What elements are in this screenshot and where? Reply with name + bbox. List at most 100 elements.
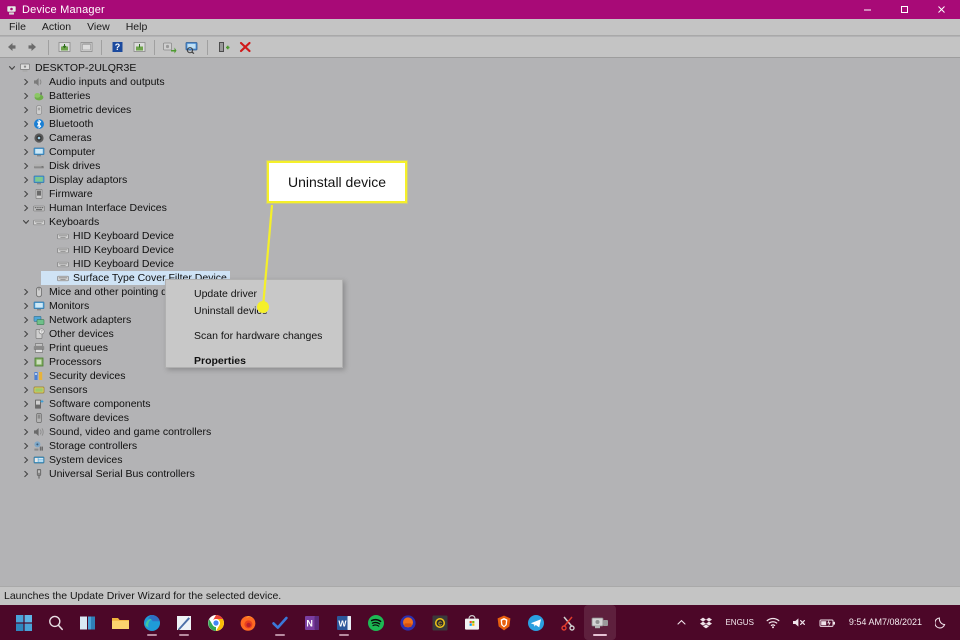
menu-help[interactable]: Help bbox=[119, 19, 155, 36]
tree-item-batteries[interactable]: Batteries bbox=[0, 89, 960, 103]
chevron-right-icon[interactable] bbox=[20, 159, 31, 173]
clock[interactable]: 9:54 AM 7/08/2021 bbox=[842, 617, 929, 628]
tree-item-surface-type-cover-filter-device[interactable]: Surface Type Cover Filter Device bbox=[0, 271, 960, 285]
maximize-button[interactable] bbox=[886, 0, 923, 19]
tree-item-display-adaptors[interactable]: Display adaptors bbox=[0, 173, 960, 187]
snipping-tool-button[interactable] bbox=[552, 605, 584, 640]
tree-item-sound-video-and-game-controllers[interactable]: Sound, video and game controllers bbox=[0, 425, 960, 439]
chevron-down-icon[interactable] bbox=[6, 61, 17, 75]
context-menu-item-scan-for-hardware-changes[interactable]: Scan for hardware changes bbox=[166, 328, 342, 345]
chevron-right-icon[interactable] bbox=[20, 439, 31, 453]
spotify-button[interactable] bbox=[360, 605, 392, 640]
onenote-button[interactable]: N bbox=[296, 605, 328, 640]
chevron-right-icon[interactable] bbox=[20, 341, 31, 355]
tree-item-hid-keyboard-device[interactable]: HID Keyboard Device bbox=[0, 243, 960, 257]
menu-file[interactable]: File bbox=[2, 19, 33, 36]
device-manager-taskbar-button[interactable] bbox=[584, 605, 616, 640]
chevron-right-icon[interactable] bbox=[20, 173, 31, 187]
chevron-right-icon[interactable] bbox=[20, 187, 31, 201]
tree-item-print-queues[interactable]: Print queues bbox=[0, 341, 960, 355]
todo-button[interactable] bbox=[264, 605, 296, 640]
close-button[interactable] bbox=[923, 0, 960, 19]
onenote-quick-note-button[interactable] bbox=[168, 605, 200, 640]
tree-item-keyboards[interactable]: Keyboards bbox=[0, 215, 960, 229]
chevron-right-icon[interactable] bbox=[20, 313, 31, 327]
back-icon[interactable] bbox=[1, 38, 21, 56]
tree-item-audio-inputs-and-outputs[interactable]: Audio inputs and outputs bbox=[0, 75, 960, 89]
device-tree[interactable]: DESKTOP-2ULQR3E Audio inputs and outputs… bbox=[0, 58, 960, 586]
tree-item-sensors[interactable]: Sensors bbox=[0, 383, 960, 397]
tree-item-security-devices[interactable]: Security devices bbox=[0, 369, 960, 383]
chevron-right-icon[interactable] bbox=[20, 285, 31, 299]
chevron-right-icon[interactable] bbox=[20, 411, 31, 425]
menu-view[interactable]: View bbox=[80, 19, 117, 36]
tree-root-item[interactable]: DESKTOP-2ULQR3E bbox=[0, 61, 960, 75]
chevron-right-icon[interactable] bbox=[20, 131, 31, 145]
forward-icon[interactable] bbox=[23, 38, 43, 56]
tree-item-biometric-devices[interactable]: Biometric devices bbox=[0, 103, 960, 117]
volume-muted-icon[interactable] bbox=[786, 605, 813, 640]
device-properties-icon[interactable] bbox=[129, 38, 149, 56]
firefox-button[interactable] bbox=[232, 605, 264, 640]
dropbox-icon[interactable] bbox=[693, 605, 719, 640]
tree-item-monitors[interactable]: Monitors bbox=[0, 299, 960, 313]
tree-item-universal-serial-bus-controllers[interactable]: Universal Serial Bus controllers bbox=[0, 467, 960, 481]
tree-item-system-devices[interactable]: System devices bbox=[0, 453, 960, 467]
chevron-right-icon[interactable] bbox=[20, 75, 31, 89]
crypto-app-button[interactable]: C bbox=[424, 605, 456, 640]
update-driver-icon[interactable] bbox=[160, 38, 180, 56]
task-view-button[interactable] bbox=[72, 605, 104, 640]
word-button[interactable]: W bbox=[328, 605, 360, 640]
chrome-button[interactable] bbox=[200, 605, 232, 640]
tree-item-other-devices[interactable]: ?Other devices bbox=[0, 327, 960, 341]
store-button[interactable] bbox=[456, 605, 488, 640]
app-button[interactable] bbox=[392, 605, 424, 640]
file-explorer-button[interactable] bbox=[104, 605, 136, 640]
chevron-right-icon[interactable] bbox=[20, 327, 31, 341]
uninstall-device-icon[interactable] bbox=[235, 38, 255, 56]
chevron-down-icon[interactable] bbox=[20, 215, 31, 229]
add-legacy-hardware-icon[interactable] bbox=[213, 38, 233, 56]
chevron-right-icon[interactable] bbox=[20, 397, 31, 411]
tree-item-cameras[interactable]: Cameras bbox=[0, 131, 960, 145]
tree-item-disk-drives[interactable]: Disk drives bbox=[0, 159, 960, 173]
show-hidden-devices-icon[interactable] bbox=[54, 38, 74, 56]
edge-button[interactable] bbox=[136, 605, 168, 640]
context-menu-item-uninstall-device[interactable]: Uninstall device bbox=[166, 303, 342, 320]
tree-item-human-interface-devices[interactable]: Human Interface Devices bbox=[0, 201, 960, 215]
chevron-right-icon[interactable] bbox=[20, 299, 31, 313]
tree-item-hid-keyboard-device[interactable]: HID Keyboard Device bbox=[0, 229, 960, 243]
chevron-right-icon[interactable] bbox=[20, 383, 31, 397]
chevron-right-icon[interactable] bbox=[20, 145, 31, 159]
chevron-right-icon[interactable] bbox=[20, 103, 31, 117]
chevron-right-icon[interactable] bbox=[20, 467, 31, 481]
context-menu-item-properties[interactable]: Properties bbox=[166, 353, 342, 370]
search-button[interactable] bbox=[40, 605, 72, 640]
chevron-up-icon[interactable] bbox=[670, 605, 693, 640]
tree-item-software-components[interactable]: Software components bbox=[0, 397, 960, 411]
properties-icon[interactable] bbox=[76, 38, 96, 56]
chevron-right-icon[interactable] bbox=[20, 201, 31, 215]
chevron-right-icon[interactable] bbox=[20, 117, 31, 131]
moon-icon[interactable] bbox=[929, 605, 954, 640]
chevron-right-icon[interactable] bbox=[20, 355, 31, 369]
tree-item-bluetooth[interactable]: Bluetooth bbox=[0, 117, 960, 131]
wifi-icon[interactable] bbox=[760, 605, 786, 640]
chevron-right-icon[interactable] bbox=[20, 369, 31, 383]
tree-item-mice-and-other-pointing-devices[interactable]: Mice and other pointing devices bbox=[0, 285, 960, 299]
tree-item-hid-keyboard-device[interactable]: HID Keyboard Device bbox=[0, 257, 960, 271]
tree-item-network-adapters[interactable]: Network adapters bbox=[0, 313, 960, 327]
tree-item-computer[interactable]: Computer bbox=[0, 145, 960, 159]
scan-hardware-changes-icon[interactable] bbox=[182, 38, 202, 56]
brave-button[interactable] bbox=[488, 605, 520, 640]
chevron-right-icon[interactable] bbox=[20, 89, 31, 103]
tree-item-processors[interactable]: Processors bbox=[0, 355, 960, 369]
tree-item-storage-controllers[interactable]: Storage controllers bbox=[0, 439, 960, 453]
chevron-right-icon[interactable] bbox=[20, 453, 31, 467]
minimize-button[interactable] bbox=[849, 0, 886, 19]
tree-item-firmware[interactable]: Firmware bbox=[0, 187, 960, 201]
start-button[interactable] bbox=[8, 605, 40, 640]
context-menu[interactable]: Update driver Uninstall device Scan for … bbox=[165, 279, 343, 368]
chevron-right-icon[interactable] bbox=[20, 425, 31, 439]
context-menu-item-update-driver[interactable]: Update driver bbox=[166, 286, 342, 303]
